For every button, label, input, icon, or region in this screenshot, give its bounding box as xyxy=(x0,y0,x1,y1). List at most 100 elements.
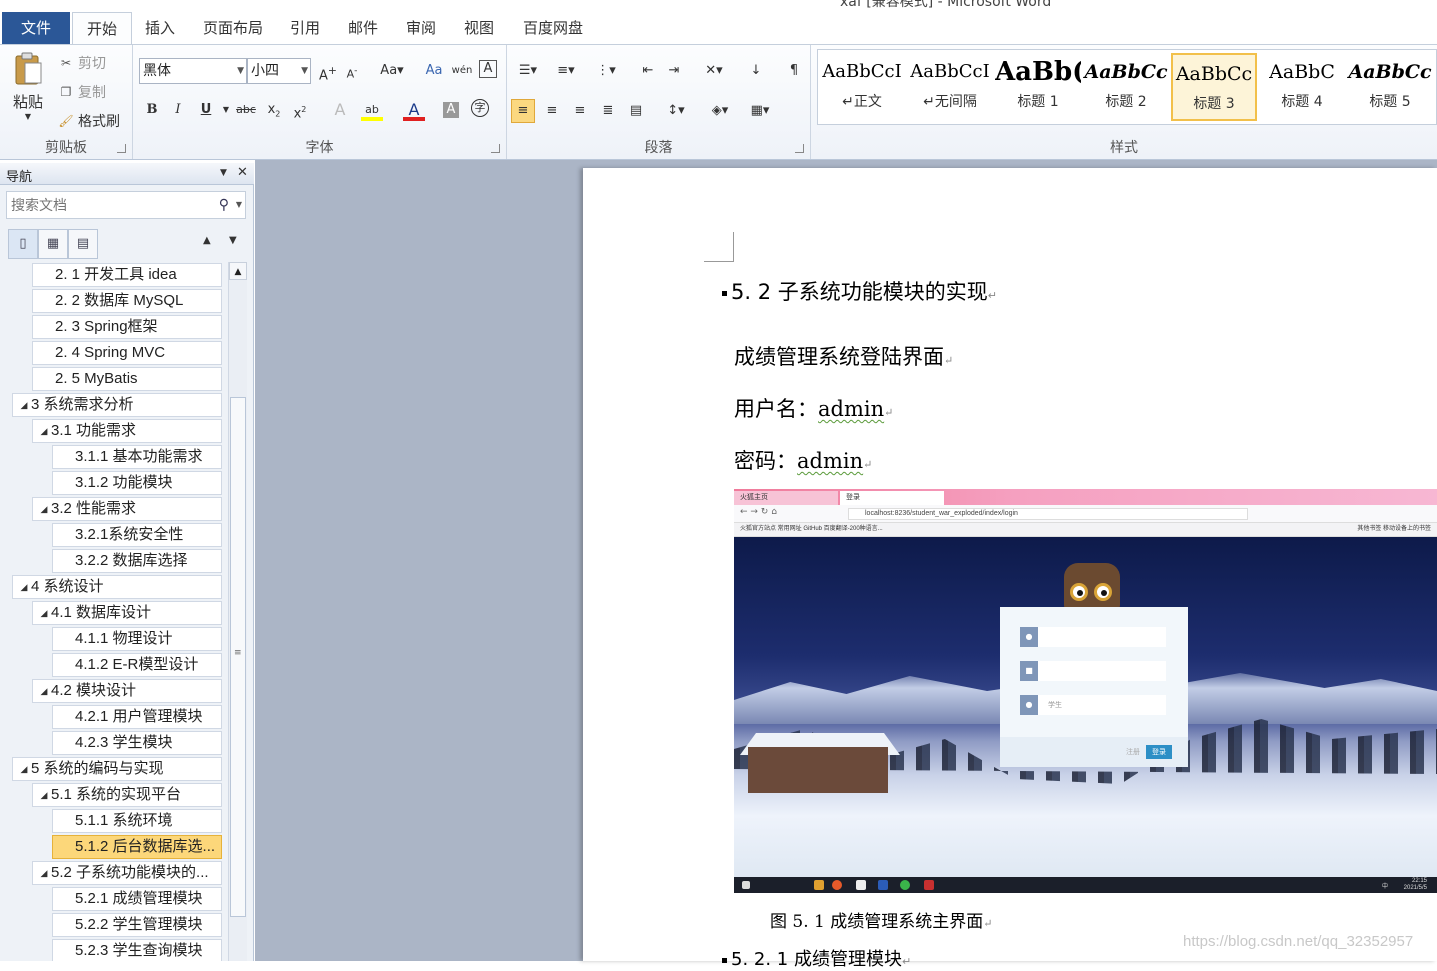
tab-view[interactable]: 视图 xyxy=(458,12,500,44)
tab-page-layout[interactable]: 页面布局 xyxy=(196,12,270,44)
chevron-down-icon[interactable]: ▼ xyxy=(215,99,237,121)
style-normal[interactable]: AaBbCcI ↵正文 xyxy=(819,53,905,121)
paste-button[interactable]: 粘贴 ▼ xyxy=(8,51,48,121)
nav-search-box[interactable]: ⚲ ▼ xyxy=(6,191,246,219)
nav-heading-item[interactable]: 2. 1 开发工具 idea xyxy=(32,263,222,287)
line-spacing-icon[interactable]: ↕▾ xyxy=(661,100,691,122)
tab-baidu-netdisk[interactable]: 百度网盘 xyxy=(516,12,590,44)
previous-heading-icon[interactable]: ▲ xyxy=(203,235,211,246)
align-right-icon[interactable]: ≡ xyxy=(569,100,591,122)
bullets-icon[interactable]: ☰▾ xyxy=(513,60,543,82)
dialog-launcher-icon[interactable] xyxy=(117,144,126,153)
chinese-layout-icon[interactable]: ✕▾ xyxy=(699,60,729,82)
borders-icon[interactable]: ▦▾ xyxy=(745,100,775,122)
nav-heading-item[interactable]: 5.1.1 系统环境 xyxy=(52,809,222,833)
nav-heading-item[interactable]: 4.1.1 物理设计 xyxy=(52,627,222,651)
nav-heading-item[interactable]: 4.1.2 E-R模型设计 xyxy=(52,653,222,677)
nav-heading-item[interactable]: 5.2.3 学生查询模块 xyxy=(52,939,222,961)
shading-icon[interactable]: ◈▾ xyxy=(705,100,735,122)
dialog-launcher-icon[interactable] xyxy=(795,144,804,153)
change-case-icon[interactable]: Aa▾ xyxy=(377,60,407,82)
style-heading-3[interactable]: AaBbCc 标题 3 xyxy=(1171,53,1257,121)
superscript-icon[interactable]: x2 xyxy=(289,99,311,121)
numbering-icon[interactable]: ≡▾ xyxy=(551,60,581,82)
increase-indent-icon[interactable]: ⇥ xyxy=(663,60,685,82)
nav-heading-item[interactable]: 2. 4 Spring MVC xyxy=(32,341,222,365)
style-heading-5[interactable]: AaBbCc 标题 5 xyxy=(1347,53,1433,121)
subscript-icon[interactable]: x2 xyxy=(263,99,285,121)
nav-heading-item[interactable]: 3.2.1系统安全性 xyxy=(52,523,222,547)
collapse-icon[interactable]: ◢ xyxy=(17,394,31,416)
show-marks-icon[interactable]: ¶ xyxy=(783,60,805,82)
align-left-icon[interactable]: ≡ xyxy=(511,99,535,123)
char-border-icon[interactable]: A xyxy=(479,60,497,78)
style-heading-1[interactable]: AaBb( 标题 1 xyxy=(995,53,1081,121)
nav-heading-item[interactable]: 2. 3 Spring框架 xyxy=(32,315,222,339)
tab-insert[interactable]: 插入 xyxy=(140,12,180,44)
nav-heading-item[interactable]: ◢ 4 系统设计 xyxy=(12,575,222,599)
scroll-up-icon[interactable]: ▲ xyxy=(229,262,247,280)
style-heading-4[interactable]: AaBbC 标题 4 xyxy=(1259,53,1345,121)
collapse-icon[interactable]: ◢ xyxy=(17,576,31,598)
grow-font-icon[interactable]: A+ xyxy=(317,60,339,83)
nav-heading-item[interactable]: ◢ 5.2 子系统功能模块的... xyxy=(32,861,222,885)
format-painter-button[interactable]: 🖌 格式刷 xyxy=(58,111,120,131)
doc-paragraph[interactable]: 用户名：admin↵ xyxy=(734,393,893,423)
collapse-icon[interactable]: ◢ xyxy=(37,420,51,442)
nav-heading-item-selected[interactable]: 5.1.2 后台数据库选... xyxy=(52,835,222,859)
tab-references[interactable]: 引用 xyxy=(284,12,326,44)
nav-heading-item[interactable]: 3.1.2 功能模块 xyxy=(52,471,222,495)
close-icon[interactable]: ✕ xyxy=(237,165,248,180)
char-shading-icon[interactable]: A xyxy=(443,102,459,118)
collapse-icon[interactable]: ◢ xyxy=(37,784,51,806)
nav-heading-item[interactable]: ◢ 5.1 系统的实现平台 xyxy=(32,783,222,807)
underline-icon[interactable]: U xyxy=(195,99,217,121)
headings-view-icon[interactable]: ▯ xyxy=(8,229,38,259)
tab-review[interactable]: 审阅 xyxy=(400,12,442,44)
font-color-icon[interactable]: A xyxy=(403,99,425,121)
collapse-icon[interactable]: ◢ xyxy=(17,758,31,780)
nav-heading-item[interactable]: ◢ 3.1 功能需求 xyxy=(32,419,222,443)
clear-format-icon[interactable]: Aa xyxy=(423,60,445,82)
enclose-char-icon[interactable]: 字 xyxy=(471,99,489,117)
nav-heading-item[interactable]: 2. 5 MyBatis xyxy=(32,367,222,391)
style-no-spacing[interactable]: AaBbCcI ↵无间隔 xyxy=(907,53,993,121)
italic-icon[interactable]: I xyxy=(167,99,189,121)
scroll-thumb[interactable]: ≡ xyxy=(230,397,246,917)
nav-heading-item[interactable]: ◢ 4.1 数据库设计 xyxy=(32,601,222,625)
nav-heading-item[interactable]: 2. 2 数据库 MySQL xyxy=(32,289,222,313)
sort-icon[interactable]: ↓ xyxy=(745,60,767,82)
collapse-icon[interactable]: ◢ xyxy=(37,862,51,884)
tab-file[interactable]: 文件 xyxy=(2,12,70,44)
cut-button[interactable]: ✂ 剪切 xyxy=(58,53,106,73)
collapse-icon[interactable]: ◢ xyxy=(37,498,51,520)
tab-mailings[interactable]: 邮件 xyxy=(342,12,384,44)
phonetic-guide-icon[interactable]: wén xyxy=(451,60,473,82)
multilevel-list-icon[interactable]: ⋮▾ xyxy=(591,60,621,82)
search-icon[interactable]: ⚲ xyxy=(219,197,229,213)
results-view-icon[interactable]: ▤ xyxy=(68,229,98,259)
copy-button[interactable]: ❐ 复制 xyxy=(58,82,106,102)
tab-home[interactable]: 开始 xyxy=(72,12,132,44)
collapse-icon[interactable]: ◢ xyxy=(37,680,51,702)
justify-icon[interactable]: ≣ xyxy=(597,100,619,122)
search-input[interactable] xyxy=(7,192,207,218)
style-heading-2[interactable]: AaBbCc 标题 2 xyxy=(1083,53,1169,121)
nav-heading-item[interactable]: 4.2.1 用户管理模块 xyxy=(52,705,222,729)
nav-heading-item[interactable]: ◢ 3 系统需求分析 xyxy=(12,393,222,417)
align-center-icon[interactable]: ≡ xyxy=(541,100,563,122)
collapse-icon[interactable]: ◢ xyxy=(37,602,51,624)
strikethrough-icon[interactable]: abc xyxy=(235,99,257,121)
nav-heading-item[interactable]: ◢ 4.2 模块设计 xyxy=(32,679,222,703)
section-heading[interactable]: 5. 2 子系统功能模块的实现↵ xyxy=(722,276,997,306)
nav-menu-icon[interactable]: ▼ xyxy=(220,168,227,178)
nav-heading-item[interactable]: ◢ 3.2 性能需求 xyxy=(32,497,222,521)
subsection-heading[interactable]: 5. 2. 1 成绩管理模块↵ xyxy=(722,945,911,971)
nav-heading-item[interactable]: 3.2.2 数据库选择 xyxy=(52,549,222,573)
pages-view-icon[interactable]: ▦ xyxy=(38,229,68,259)
dialog-launcher-icon[interactable] xyxy=(491,144,500,153)
text-effects-icon[interactable]: A xyxy=(329,99,351,121)
highlight-icon[interactable]: ab xyxy=(361,99,383,121)
doc-paragraph[interactable]: 密码：admin↵ xyxy=(734,445,872,475)
font-name-combo[interactable]: 黑体 ▼ xyxy=(139,58,247,84)
